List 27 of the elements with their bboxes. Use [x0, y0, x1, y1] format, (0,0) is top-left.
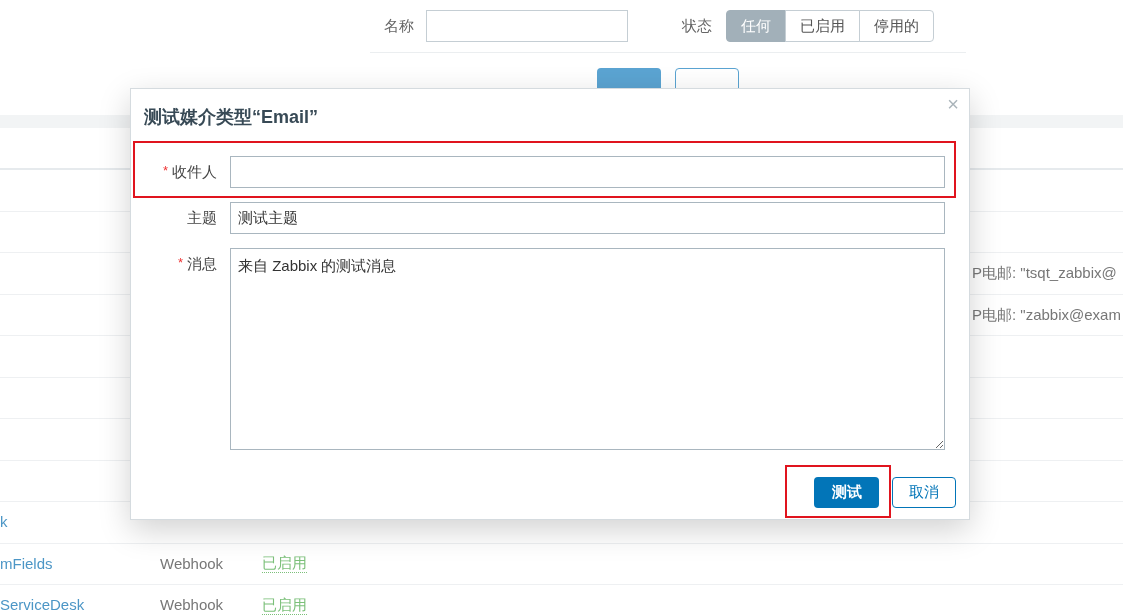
status-option[interactable]: 已启用	[785, 10, 860, 42]
status-option[interactable]: 停用的	[859, 10, 934, 42]
name-field[interactable]	[426, 10, 628, 42]
cancel-button[interactable]: 取消	[892, 477, 956, 508]
text-field[interactable]	[230, 156, 945, 188]
text-field[interactable]: 测试主题	[230, 202, 945, 234]
status-link[interactable]: 已启用	[262, 554, 307, 574]
dialog-title: 测试媒介类型“Email”	[144, 106, 319, 129]
field-label: 主题	[187, 208, 217, 228]
media-type-link[interactable]: k	[0, 511, 160, 534]
table-cell-text: Webhook	[160, 595, 225, 615]
required-mark: *	[162, 162, 168, 180]
message-field[interactable]: 来自 Zabbix 的测试消息	[230, 248, 945, 450]
required-mark: *	[177, 254, 183, 272]
close-button[interactable]: ×	[947, 96, 959, 112]
media-type-link[interactable]: mFields	[0, 552, 160, 575]
table-cell-text: P电邮: "tsqt_zabbix@	[972, 263, 1117, 283]
media-type-link[interactable]: ServiceDesk	[0, 594, 160, 615]
table-cell-text: Webhook	[160, 553, 225, 574]
table-cell-text: P电邮: "zabbix@exam	[972, 304, 1121, 325]
field-label: 名称	[384, 15, 414, 36]
status-option[interactable]: 任何	[726, 10, 786, 42]
field-label: 状态	[682, 15, 712, 36]
status-link[interactable]: 已启用	[262, 595, 307, 615]
field-label: 消息	[187, 254, 217, 274]
test-button[interactable]: 测试	[814, 477, 879, 508]
field-label: 收件人	[172, 162, 217, 182]
